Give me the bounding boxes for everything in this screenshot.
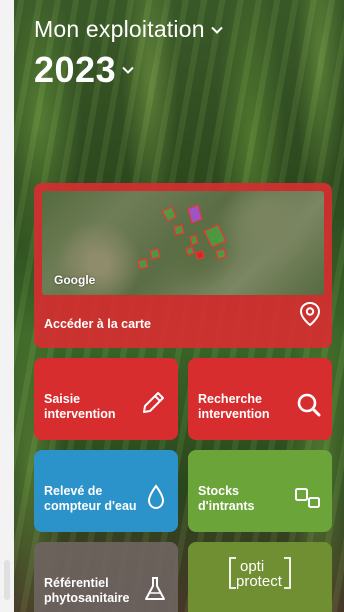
farm-name: Mon exploitation [34,16,205,42]
releve-label-line1: Relevé de [44,484,103,498]
stocks-intrants-tile[interactable]: Stocks d'intrants [188,450,332,532]
year-selector[interactable]: 2023 [34,49,223,91]
map-thumbnail: Google [42,191,324,295]
recherche-intervention-tile[interactable]: Recherche intervention [188,358,332,440]
saisie-label-line2: intervention [44,407,116,421]
chevron-down-icon [210,26,223,34]
referentiel-label-line1: Référentiel [44,576,109,590]
stocks-label-line2: d'intrants [198,499,255,513]
stock-boxes-icon [294,486,322,515]
search-icon [296,392,322,423]
recherche-label-line2: intervention [198,407,270,421]
pencil-icon [140,390,166,421]
optiprotect-text-line1: opti [240,558,265,575]
map-brand-logo: Google [54,273,96,287]
releve-label-line2: compteur d'eau [44,499,137,513]
year-value: 2023 [34,49,117,90]
map-card[interactable]: Google Accéder à la carte [34,183,332,348]
releve-compteur-tile[interactable]: Relevé de compteur d'eau [34,450,178,532]
saisie-intervention-tile[interactable]: Saisie intervention [34,358,178,440]
saisie-label-line1: Saisie [44,392,81,406]
stocks-label-line1: Stocks [198,484,239,498]
optiprotect-text-line2: protect [236,573,282,590]
map-pin-icon [298,301,322,332]
referentiel-phytosanitaire-tile[interactable]: Référentiel phytosanitaire [34,542,178,612]
optiprotect-tile[interactable]: opti protect [188,542,332,612]
referentiel-label-line2: phytosanitaire [44,591,130,605]
water-drop-icon [146,484,166,515]
flask-icon [144,576,166,607]
chevron-down-icon [122,66,134,74]
map-card-label: Accéder à la carte [44,317,152,331]
recherche-label-line1: Recherche [198,392,262,406]
farm-selector[interactable]: Mon exploitation [34,16,223,43]
header: Mon exploitation 2023 [34,16,223,91]
side-drawer-edge[interactable] [0,0,14,612]
